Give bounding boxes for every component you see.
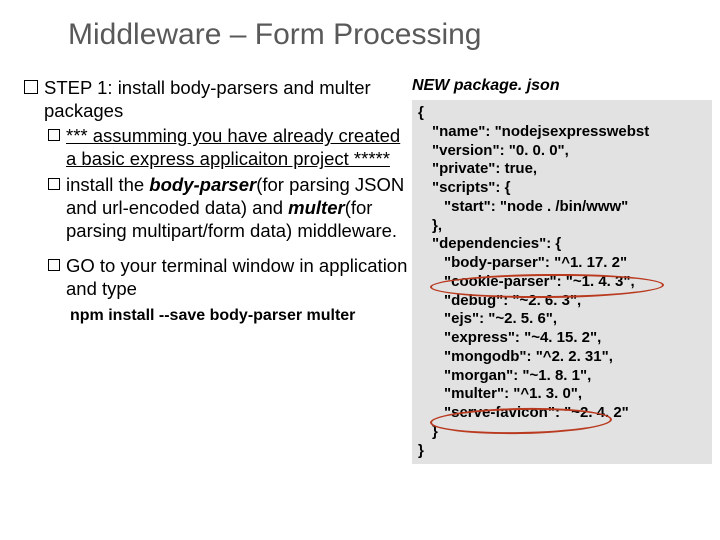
step1-text: STEP 1: install body-parsers and multer … [44,76,412,122]
json-line: "body-parser": "^1. 17. 2" [418,254,712,273]
json-line: "scripts": { [418,179,712,198]
json-line: "morgan": "~1. 8. 1", [418,367,712,386]
json-line: "ejs": "~2. 5. 6", [418,310,712,329]
right-column: NEW package. json { "name": "nodejsexpre… [412,76,712,464]
json-line: "express": "~4. 15. 2", [418,329,712,348]
json-line: "name": "nodejsexpresswebst [418,123,712,142]
json-line: { [418,104,712,123]
square-bullet-icon [24,80,38,94]
json-line: "cookie-parser": "~1. 4. 3", [418,273,712,292]
json-line: } [418,423,712,442]
sub1-text: *** assumming you have already created a… [66,124,412,170]
content-area: STEP 1: install body-parsers and multer … [0,52,720,464]
square-bullet-icon [48,129,60,141]
json-line: "debug": "~2. 6. 3", [418,292,712,311]
slide-title: Middleware – Form Processing [0,0,720,52]
new-package-label: NEW package. json [412,76,712,100]
sub2-text: install the body-parser(for parsing JSON… [66,173,412,242]
json-line: "version": "0. 0. 0", [418,142,712,161]
json-line: }, [418,217,712,236]
json-line: "multer": "^1. 3. 0", [418,385,712,404]
sub-item-1: *** assumming you have already created a… [48,124,412,170]
square-bullet-icon [48,178,60,190]
json-line: "private": true, [418,160,712,179]
sub-item-2: install the body-parser(for parsing JSON… [48,173,412,242]
square-bullet-icon [48,259,60,271]
multer-term: multer [288,197,345,218]
step1-item: STEP 1: install body-parsers and multer … [24,76,412,122]
npm-command: npm install --save body-parser multer [24,306,412,326]
json-line: "dependencies": { [418,235,712,254]
body-parser-term: body-parser [149,174,256,195]
package-json-box: { "name": "nodejsexpresswebst "version":… [412,100,712,464]
sub2-prefix: install the [66,174,149,195]
sub-list: *** assumming you have already created a… [24,124,412,300]
sub-item-3: GO to your terminal window in applicatio… [48,254,412,300]
left-column: STEP 1: install body-parsers and multer … [24,76,412,464]
json-line: "serve-favicon": "~2. 4. 2" [418,404,712,423]
json-line: "mongodb": "^2. 2. 31", [418,348,712,367]
json-line: "start": "node . /bin/www" [418,198,712,217]
sub3-text: GO to your terminal window in applicatio… [66,254,412,300]
json-line: } [418,442,712,461]
